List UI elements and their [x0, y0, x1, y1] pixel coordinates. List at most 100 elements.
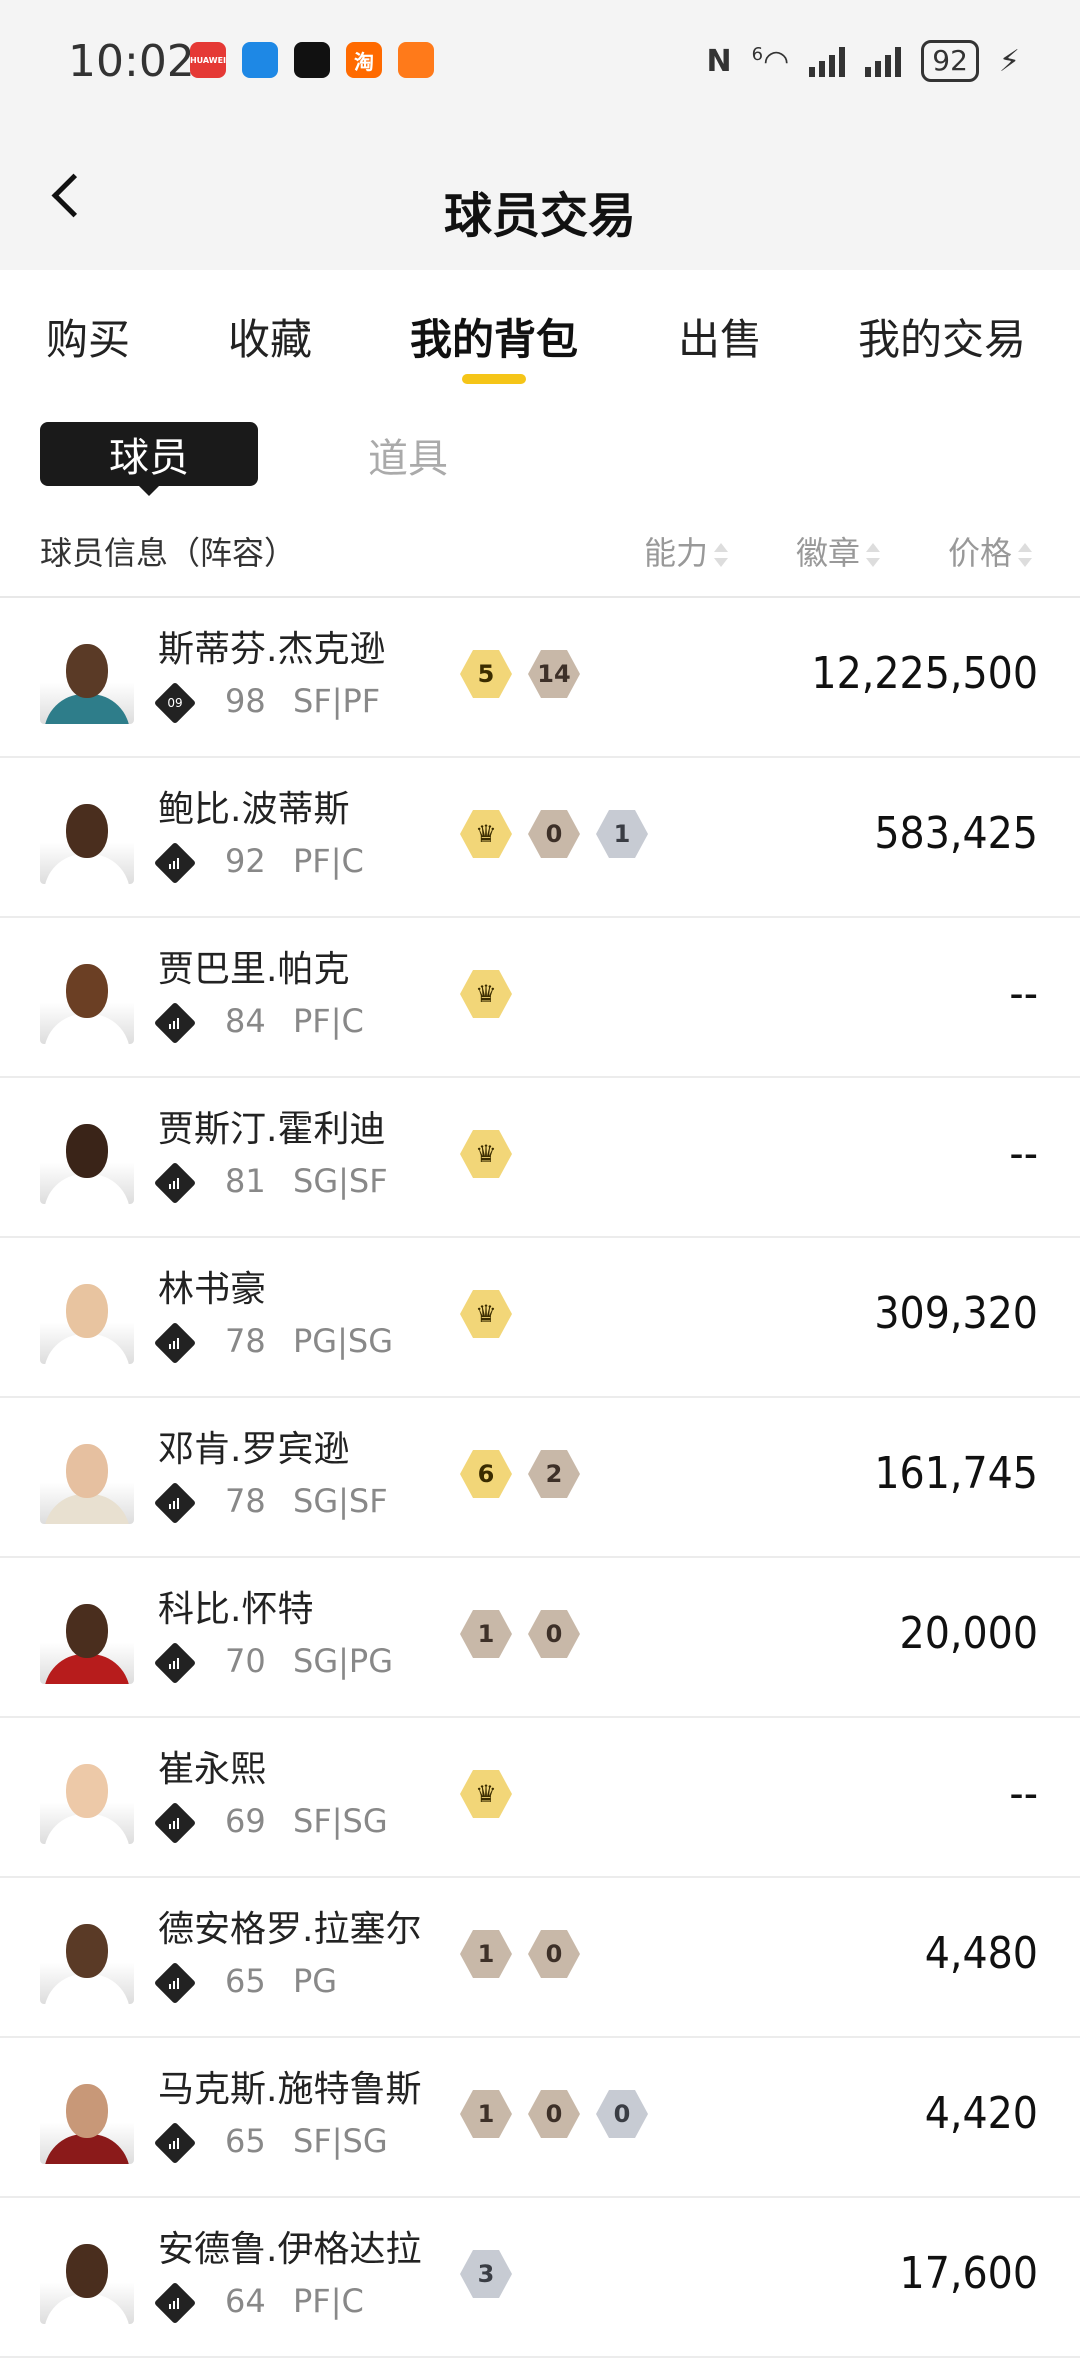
- column-ability[interactable]: 能力: [644, 528, 729, 574]
- tab-favorites[interactable]: 收藏: [228, 306, 312, 367]
- player-row[interactable]: 邓肯.罗宾逊 78 SG|SF 6 2 161,745: [0, 1398, 1080, 1558]
- crown-badge-icon: ♛: [460, 1770, 512, 1818]
- wifi-network-label: 6: [751, 43, 764, 65]
- player-price: 4,420: [924, 2088, 1038, 2139]
- status-time: 10:02: [68, 36, 195, 87]
- huawei-icon: HUAWEI: [190, 42, 226, 78]
- player-position: PF|C: [293, 2282, 364, 2320]
- player-row[interactable]: 贾斯汀.霍利迪 81 SG|SF ♛ --: [0, 1078, 1080, 1238]
- column-player-info: 球员信息（阵容）: [40, 534, 297, 572]
- player-avatar: [40, 792, 134, 884]
- player-name: 马克斯.施特鲁斯: [158, 2069, 422, 2110]
- player-position: SG|SF: [293, 1482, 388, 1520]
- signal-icon: [809, 45, 846, 77]
- player-price: 309,320: [874, 1288, 1038, 1339]
- avatar-jersey: [44, 1014, 130, 1044]
- player-row[interactable]: 贾巴里.帕克 84 PF|C ♛ --: [0, 918, 1080, 1078]
- battery-icon: 92: [921, 40, 979, 82]
- player-rating: 65: [225, 1962, 266, 2000]
- bronze-badge: 0: [528, 1930, 580, 1978]
- gold-badge: 5: [460, 650, 512, 698]
- tier-icon: [153, 841, 197, 885]
- messages-icon: [242, 42, 278, 78]
- sort-icon: [866, 543, 881, 567]
- bronze-badge: 1: [460, 1930, 512, 1978]
- player-name: 科比.怀特: [158, 1589, 314, 1630]
- subtab-items[interactable]: 道具: [368, 426, 448, 484]
- badge-group: 62: [460, 1450, 580, 1498]
- tier-label: [160, 848, 190, 878]
- charging-icon: ⚡: [998, 43, 1020, 79]
- player-rating: 78: [225, 1322, 266, 1360]
- column-header: 球员信息（阵容） 能力 徽章 价格: [0, 510, 1080, 590]
- avatar-jersey: [44, 1174, 130, 1204]
- crown-badge-icon: ♛: [460, 1130, 512, 1178]
- badge-group: ♛: [460, 970, 512, 1018]
- wifi-icon: 6◠: [751, 43, 790, 79]
- player-row[interactable]: 崔永熙 69 SF|SG ♛ --: [0, 1718, 1080, 1878]
- signal-icon-2: [865, 45, 902, 77]
- player-name: 贾斯汀.霍利迪: [158, 1109, 386, 1150]
- column-badge-label: 徽章: [796, 534, 861, 572]
- tab-buy[interactable]: 购买: [46, 306, 130, 367]
- player-row[interactable]: 斯蒂芬.杰克逊 09 98 SF|PF 5 14 12,225,500: [0, 598, 1080, 758]
- tier-label: [160, 1008, 190, 1038]
- player-list: 斯蒂芬.杰克逊 09 98 SF|PF 5 14 12,225,500 鲍比.波蒂斯 92 PF|…: [0, 598, 1080, 2358]
- player-row[interactable]: 马克斯.施特鲁斯 65 SF|SG 1 0 0 4,420: [0, 2038, 1080, 2198]
- tab-my-backpack[interactable]: 我的背包: [410, 306, 578, 367]
- crown-badge-icon: ♛: [460, 970, 512, 1018]
- player-row[interactable]: 安德鲁.伊格达拉 64 PF|C 3 17,600: [0, 2198, 1080, 2358]
- sort-icon: [1018, 543, 1033, 567]
- app-icon: [398, 42, 434, 78]
- taobao-icon: 淘: [346, 42, 382, 78]
- player-name: 德安格罗.拉塞尔: [158, 1909, 422, 1950]
- player-price: 583,425: [874, 808, 1038, 859]
- badge-group: ♛: [460, 1770, 512, 1818]
- player-rating: 84: [225, 1002, 266, 1040]
- column-price-label: 价格: [948, 534, 1013, 572]
- player-rating: 98: [225, 682, 266, 720]
- avatar-head: [66, 644, 108, 698]
- tier-icon: [153, 1801, 197, 1845]
- avatar-head: [66, 1604, 108, 1658]
- player-row[interactable]: 鲍比.波蒂斯 92 PF|C ♛ 0 1 583,425: [0, 758, 1080, 918]
- column-badge[interactable]: 徽章: [796, 528, 881, 574]
- player-price: 12,225,500: [811, 648, 1038, 699]
- player-rating: 64: [225, 2282, 266, 2320]
- tab-my-trades[interactable]: 我的交易: [858, 306, 1026, 367]
- player-avatar: [40, 2232, 134, 2324]
- tier-icon: [153, 1161, 197, 1205]
- player-price: --: [1009, 968, 1038, 1019]
- player-position: PF|C: [293, 842, 364, 880]
- tier-icon: [153, 1481, 197, 1525]
- player-rating: 92: [225, 842, 266, 880]
- avatar-jersey: [44, 854, 130, 884]
- silver-badge: 1: [596, 810, 648, 858]
- player-row[interactable]: 科比.怀特 70 SG|PG 1 0 20,000: [0, 1558, 1080, 1718]
- tier-label: [160, 1808, 190, 1838]
- player-price: 20,000: [899, 1608, 1038, 1659]
- player-row[interactable]: 德安格罗.拉塞尔 65 PG 1 0 4,480: [0, 1878, 1080, 2038]
- player-rating: 78: [225, 1482, 266, 1520]
- player-name: 安德鲁.伊格达拉: [158, 2229, 422, 2270]
- tier-label: [160, 1328, 190, 1358]
- silver-badge: 0: [596, 2090, 648, 2138]
- player-avatar: [40, 1592, 134, 1684]
- avatar-head: [66, 1444, 108, 1498]
- player-rating: 70: [225, 1642, 266, 1680]
- player-position: PF|C: [293, 1002, 364, 1040]
- column-price[interactable]: 价格: [948, 528, 1033, 574]
- avatar-head: [66, 964, 108, 1018]
- bronze-badge: 0: [528, 2090, 580, 2138]
- player-avatar: [40, 2072, 134, 2164]
- tier-icon: [153, 1641, 197, 1685]
- tab-sell[interactable]: 出售: [678, 306, 762, 367]
- player-name: 崔永熙: [158, 1749, 267, 1790]
- tier-icon: [153, 1321, 197, 1365]
- subtab-players[interactable]: 球员: [40, 422, 258, 496]
- sort-icon: [714, 543, 729, 567]
- column-ability-label: 能力: [644, 534, 709, 572]
- bronze-badge: 0: [528, 1610, 580, 1658]
- player-row[interactable]: 林书豪 78 PG|SG ♛ 309,320: [0, 1238, 1080, 1398]
- avatar-jersey: [44, 2294, 130, 2324]
